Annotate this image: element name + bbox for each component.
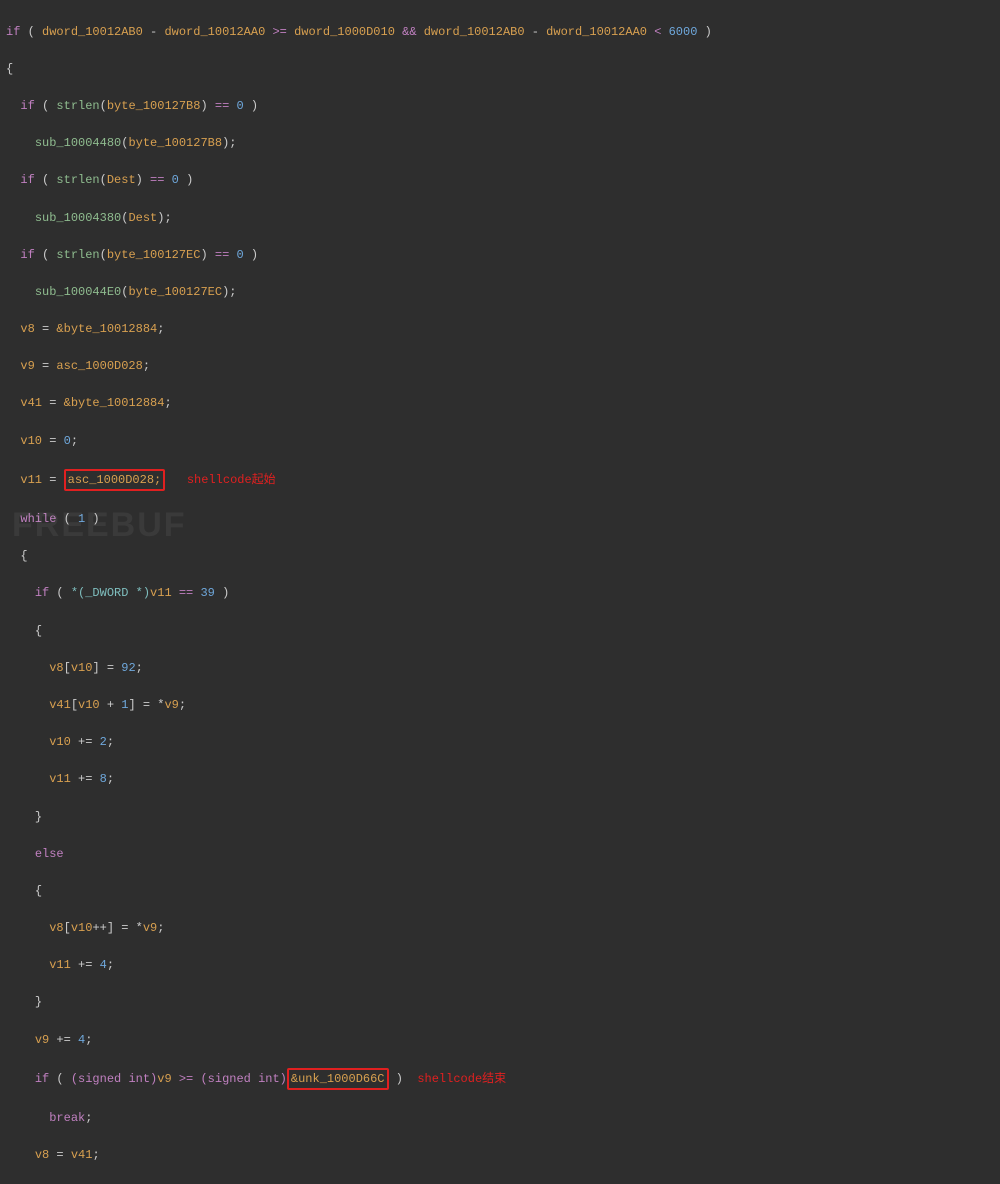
code-line: v41[v10 + 1] = *v9; xyxy=(6,696,994,715)
code-line: v10 = 0; xyxy=(6,432,994,451)
highlight-box-start: asc_1000D028; xyxy=(64,469,166,492)
code-line: v11 += 4; xyxy=(6,956,994,975)
code-line: v8[v10++] = *v9; xyxy=(6,919,994,938)
code-line: v41 = &byte_10012884; xyxy=(6,394,994,413)
annotation-shellcode-end: shellcode结束 xyxy=(417,1072,506,1086)
code-line: if ( *(_DWORD *)v11 == 39 ) xyxy=(6,584,994,603)
code-line: v8 = &byte_10012884; xyxy=(6,320,994,339)
code-line: v11 = asc_1000D028; shellcode起始 xyxy=(6,469,994,492)
code-line: if ( strlen(Dest) == 0 ) xyxy=(6,171,994,190)
code-line: sub_10004480(byte_100127B8); xyxy=(6,134,994,153)
code-viewport: if ( dword_10012AB0 - dword_10012AA0 >= … xyxy=(0,0,1000,1184)
code-line: } xyxy=(6,1183,994,1184)
code-line: } xyxy=(6,808,994,827)
code-line: if ( strlen(byte_100127B8) == 0 ) xyxy=(6,97,994,116)
code-line: if ( strlen(byte_100127EC) == 0 ) xyxy=(6,246,994,265)
code-line: { xyxy=(6,547,994,566)
code-line: } xyxy=(6,993,994,1012)
code-line: if ( (signed int)v9 >= (signed int)&unk_… xyxy=(6,1068,994,1091)
code-line: else xyxy=(6,845,994,864)
annotation-shellcode-start: shellcode起始 xyxy=(187,473,276,487)
code-line: sub_10004380(Dest); xyxy=(6,209,994,228)
code-line: v8[v10] = 92; xyxy=(6,659,994,678)
code-line: break; xyxy=(6,1109,994,1128)
code-line: v9 += 4; xyxy=(6,1031,994,1050)
code-line: sub_100044E0(byte_100127EC); xyxy=(6,283,994,302)
code-line: { xyxy=(6,60,994,79)
code-line: while ( 1 ) xyxy=(6,510,994,529)
code-line: v11 += 8; xyxy=(6,770,994,789)
code-line: v9 = asc_1000D028; xyxy=(6,357,994,376)
highlight-box-end: &unk_1000D66C xyxy=(287,1068,389,1091)
code-line: v8 = v41; xyxy=(6,1146,994,1165)
code-line: { xyxy=(6,622,994,641)
code-line: if ( dword_10012AB0 - dword_10012AA0 >= … xyxy=(6,23,994,42)
code-line: { xyxy=(6,882,994,901)
code-line: v10 += 2; xyxy=(6,733,994,752)
